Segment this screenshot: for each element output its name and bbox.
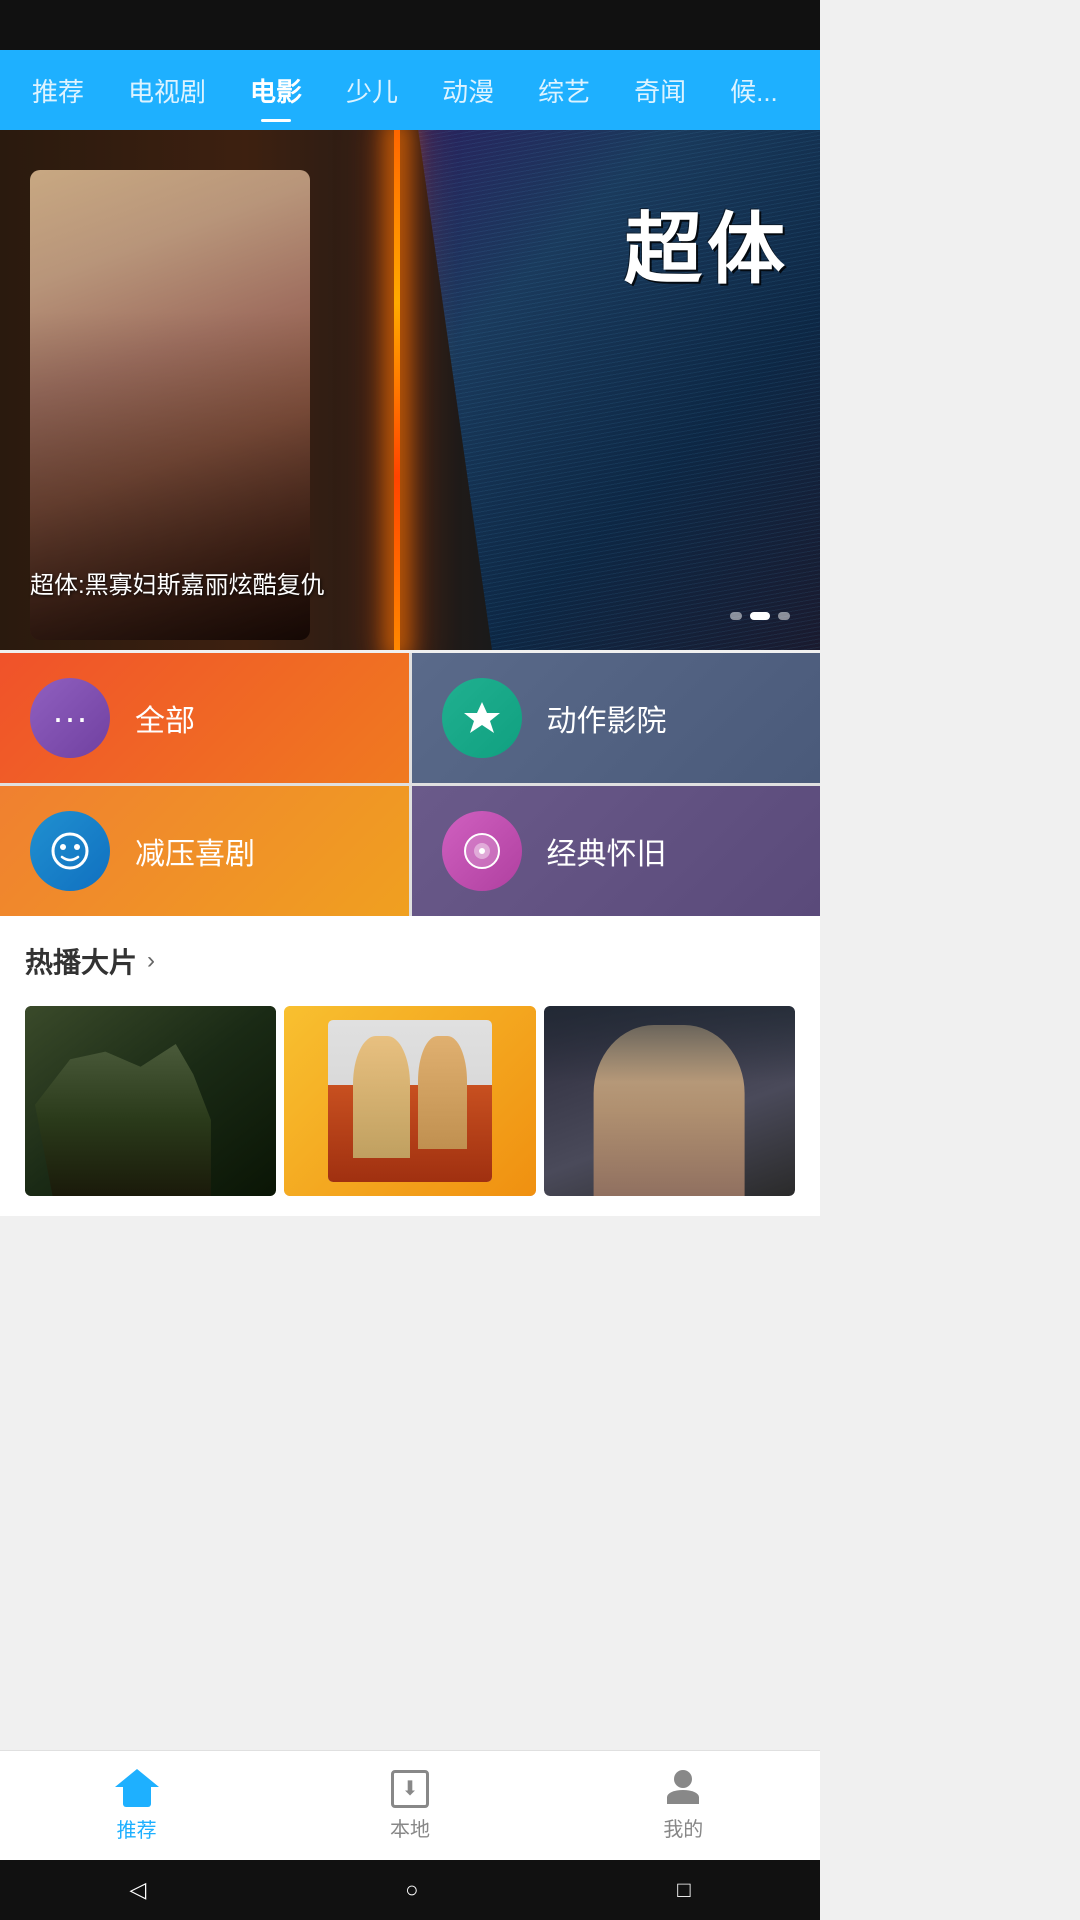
movie-thumb-2 [284,1006,535,1196]
tab-recommend[interactable]: 推荐 [10,50,106,130]
movie-card-3[interactable] [544,1006,795,1196]
hot-section-header: 热播大片 › [0,916,820,996]
tab-more[interactable]: 候... [708,50,800,130]
hero-indicator-dots [730,612,790,620]
category-classic-icon [442,811,522,891]
movie-row [0,996,820,1216]
bottom-nav-recommend-label: 推荐 [117,1814,157,1843]
tab-tv[interactable]: 电视剧 [106,50,228,130]
bottom-nav-profile[interactable]: 我的 [547,1751,820,1860]
tab-news[interactable]: 奇闻 [612,50,708,130]
tab-anime[interactable]: 动漫 [420,50,516,130]
hot-section-arrow[interactable]: › [147,947,155,975]
category-classic[interactable]: 经典怀旧 [412,786,821,916]
back-button[interactable]: ◁ [129,1877,146,1903]
hero-dot-2[interactable] [750,612,770,620]
category-comedy-label: 减压喜剧 [135,829,255,873]
tab-movie[interactable]: 电影 [228,50,324,130]
movie-thumb-1 [25,1006,276,1196]
hot-section: 热播大片 › [0,916,820,1216]
dino-shape [35,1044,211,1196]
movie-card-1[interactable] [25,1006,276,1196]
category-all-icon: ··· [30,678,110,758]
download-icon [391,1770,429,1808]
hero-dot-3[interactable] [778,612,790,620]
category-classic-label: 经典怀旧 [547,829,667,873]
nav-tabs: 推荐 电视剧 电影 少儿 动漫 综艺 奇闻 候... [0,50,820,130]
hot-section-title: 热播大片 [25,941,137,981]
category-comedy-icon [30,811,110,891]
recent-button[interactable]: □ [677,1877,690,1903]
home-button[interactable]: ○ [405,1877,418,1903]
hero-movie-title: 超体 [624,210,790,288]
bottom-nav-recommend[interactable]: 推荐 [0,1751,273,1860]
movie-thumb-3 [544,1006,795,1196]
home-icon [117,1769,157,1809]
bottom-nav-local-label: 本地 [390,1813,430,1842]
movie-card-2[interactable] [284,1006,535,1196]
status-bar [0,0,820,50]
category-all[interactable]: ··· 全部 [0,653,409,783]
category-comedy[interactable]: 减压喜剧 [0,786,409,916]
system-nav: ◁ ○ □ [0,1860,820,1920]
hero-movie-subtitle: 超体:黑寡妇斯嘉丽炫酷复仇 [30,565,325,600]
category-action[interactable]: 动作影院 [412,653,821,783]
bottom-nav-local[interactable]: 本地 [273,1751,546,1860]
hero-banner[interactable]: 超体 超体:黑寡妇斯嘉丽炫酷复仇 [0,130,820,650]
person-icon [664,1770,702,1808]
hero-fire-crack [394,130,400,650]
bottom-nav: 推荐 本地 我的 [0,1750,820,1860]
category-all-label: 全部 [135,696,195,740]
category-grid: ··· 全部 动作影院 减压喜剧 [0,653,820,916]
bottom-nav-profile-label: 我的 [663,1813,703,1842]
hero-dot-1[interactable] [730,612,742,620]
tab-variety[interactable]: 综艺 [516,50,612,130]
tab-kids[interactable]: 少儿 [324,50,420,130]
category-action-icon [442,678,522,758]
category-action-label: 动作影院 [547,696,667,740]
